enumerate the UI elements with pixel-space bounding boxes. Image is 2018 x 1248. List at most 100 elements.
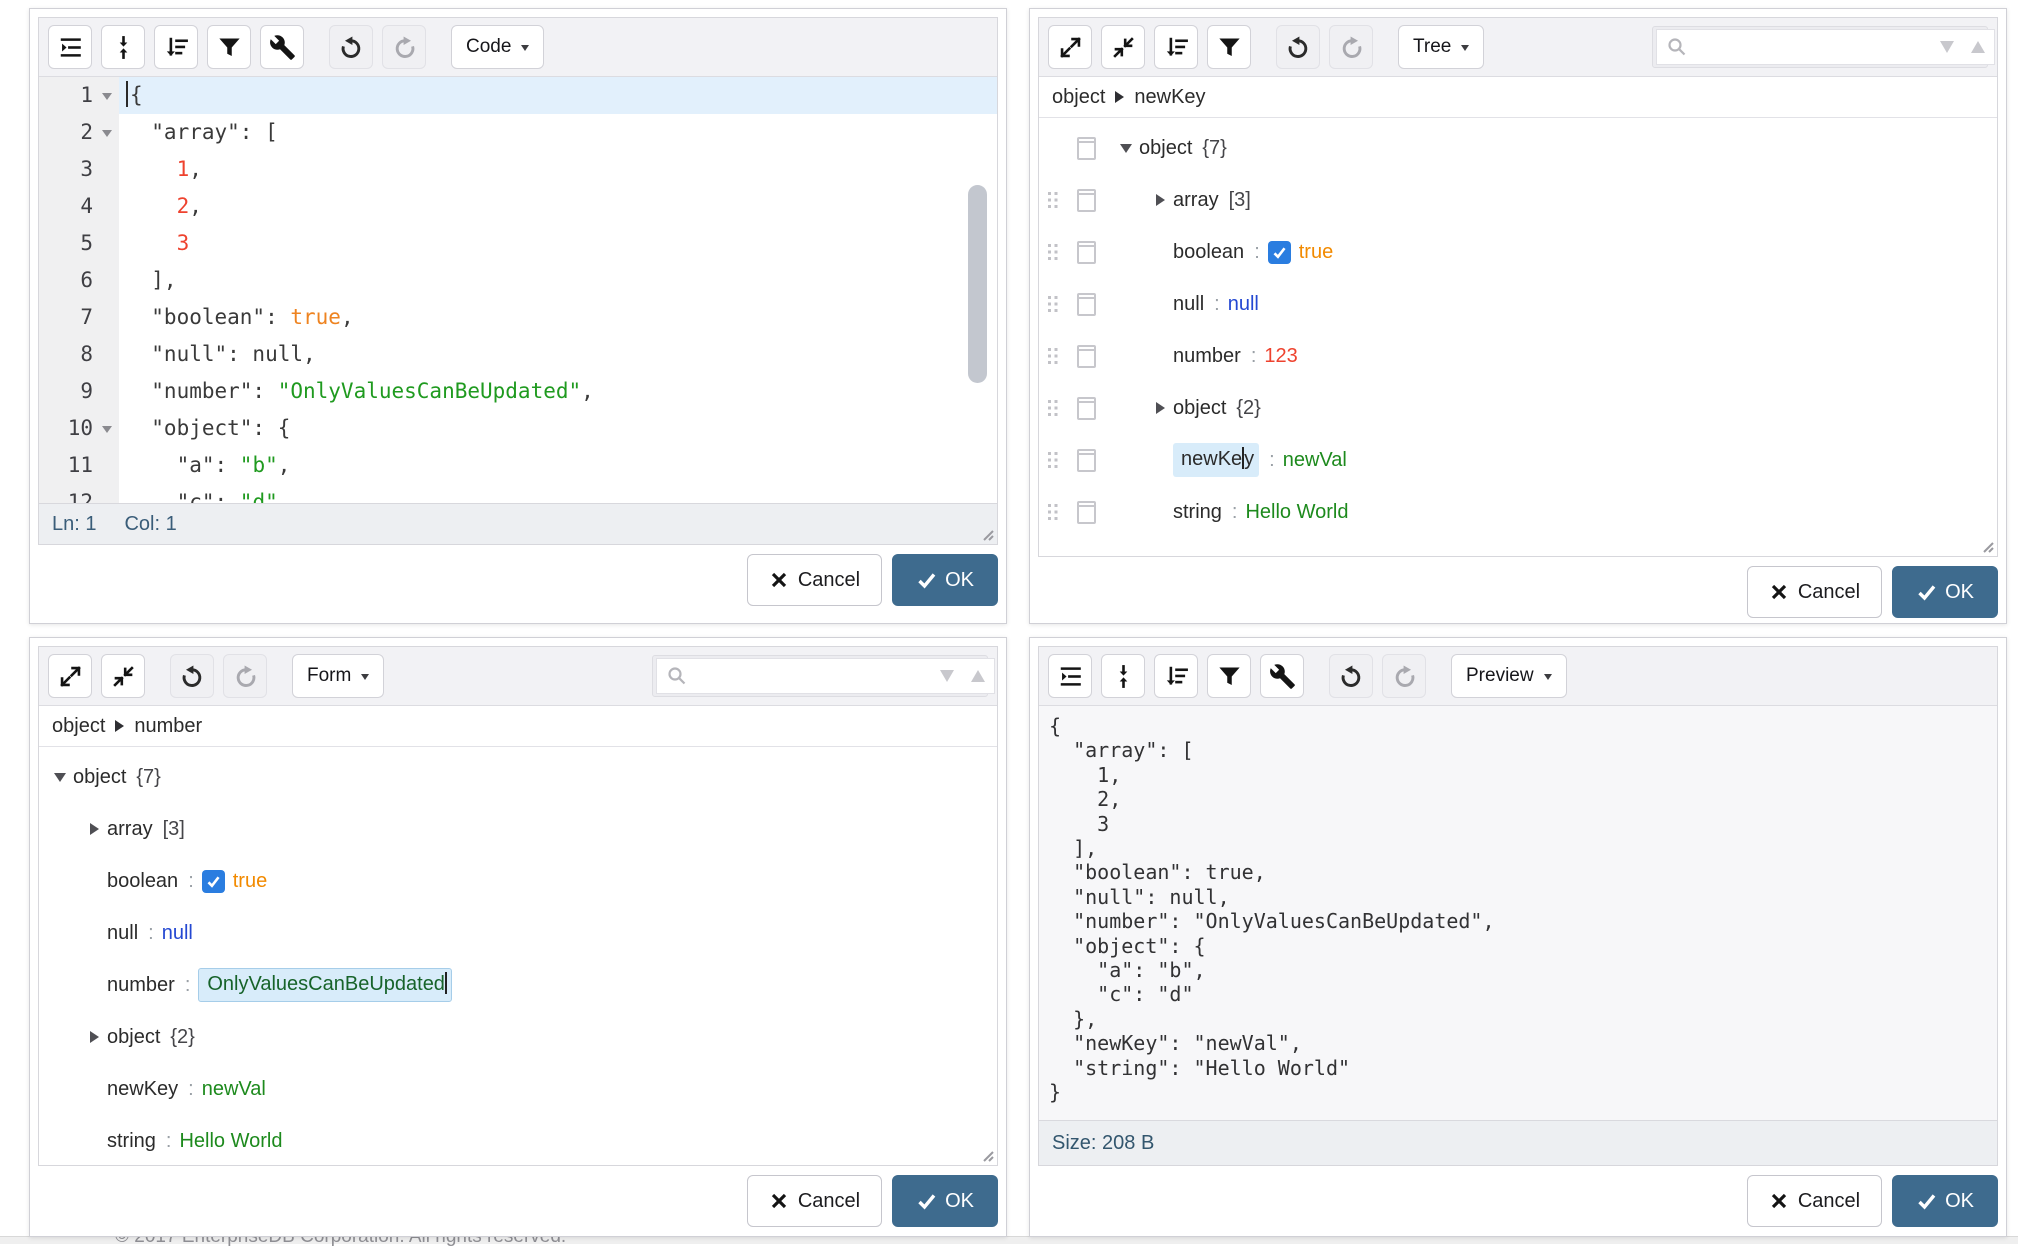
- row-menu-icon[interactable]: [1077, 501, 1096, 524]
- boolean-checkbox[interactable]: [202, 870, 225, 893]
- sort-button[interactable]: [1154, 654, 1198, 698]
- format-button[interactable]: [48, 25, 92, 69]
- search-next-icon[interactable]: [940, 670, 954, 682]
- cancel-button[interactable]: Cancel: [747, 554, 882, 606]
- expand-caret-icon[interactable]: [1113, 144, 1139, 153]
- cancel-button[interactable]: Cancel: [1747, 566, 1882, 618]
- redo-button[interactable]: [1329, 25, 1373, 69]
- row-menu-icon[interactable]: [1077, 189, 1096, 212]
- form-toolbar: Form: [39, 647, 997, 706]
- field-value[interactable]: Hello World: [1245, 501, 1348, 524]
- sort-button[interactable]: [1154, 25, 1198, 69]
- search-next-icon[interactable]: [1940, 41, 1954, 53]
- mode-dropdown[interactable]: Preview: [1451, 654, 1567, 698]
- cancel-button[interactable]: Cancel: [1747, 1175, 1882, 1227]
- redo-button[interactable]: [382, 25, 426, 69]
- field-value-editing[interactable]: OnlyValuesCanBeUpdated: [198, 968, 452, 1002]
- filter-button[interactable]: [1207, 25, 1251, 69]
- undo-button[interactable]: [1276, 25, 1320, 69]
- field-name[interactable]: boolean: [1173, 241, 1244, 264]
- ok-button[interactable]: OK: [892, 1175, 998, 1227]
- resize-grip-icon[interactable]: [980, 527, 995, 542]
- cancel-button[interactable]: Cancel: [747, 1175, 882, 1227]
- search-input[interactable]: [1696, 36, 1932, 59]
- search-prev-icon[interactable]: [971, 670, 985, 682]
- row-menu-icon[interactable]: [1077, 137, 1096, 160]
- vertical-scrollbar-thumb[interactable]: [968, 185, 987, 383]
- ok-button[interactable]: OK: [1892, 566, 1998, 618]
- compact-button[interactable]: [101, 25, 145, 69]
- field-value[interactable]: true: [1299, 241, 1333, 264]
- boolean-checkbox[interactable]: [1268, 241, 1291, 264]
- search-input[interactable]: [696, 665, 932, 688]
- code-token-value: true: [290, 305, 341, 329]
- sort-button[interactable]: [154, 25, 198, 69]
- mode-dropdown[interactable]: Code: [451, 25, 544, 69]
- row-menu-icon[interactable]: [1077, 241, 1096, 264]
- resize-grip-icon[interactable]: [1980, 539, 1995, 554]
- field-value[interactable]: null: [162, 922, 193, 945]
- child-count: {2}: [1236, 397, 1260, 420]
- ok-button[interactable]: OK: [1892, 1175, 1998, 1227]
- format-button[interactable]: [1048, 654, 1092, 698]
- expand-caret-icon[interactable]: [81, 823, 107, 835]
- drag-handle-icon[interactable]: [1047, 451, 1059, 469]
- field-value[interactable]: newVal: [202, 1078, 266, 1101]
- collapse-all-button[interactable]: [1101, 25, 1145, 69]
- tree-row: newKey : newVal: [39, 1063, 997, 1115]
- drag-handle-icon[interactable]: [1047, 243, 1059, 261]
- field-value[interactable]: null: [1228, 293, 1259, 316]
- undo-button[interactable]: [329, 25, 373, 69]
- code-token: ],: [126, 268, 177, 292]
- fold-caret-icon[interactable]: [102, 130, 112, 137]
- field-value[interactable]: Hello World: [179, 1130, 282, 1153]
- expand-caret-icon[interactable]: [47, 773, 73, 782]
- expand-all-button[interactable]: [1048, 25, 1092, 69]
- expand-caret-icon[interactable]: [81, 1031, 107, 1043]
- undo-button[interactable]: [170, 654, 214, 698]
- code-line: 3 1,: [39, 151, 997, 188]
- field-name[interactable]: null: [1173, 293, 1204, 316]
- collapse-all-button[interactable]: [101, 654, 145, 698]
- ok-button[interactable]: OK: [892, 554, 998, 606]
- row-menu-icon[interactable]: [1077, 449, 1096, 472]
- filter-button[interactable]: [1207, 654, 1251, 698]
- line-number: 6: [80, 268, 93, 292]
- field-value[interactable]: 123: [1264, 345, 1297, 368]
- drag-handle-icon[interactable]: [1047, 347, 1059, 365]
- filter-button[interactable]: [207, 25, 251, 69]
- transform-button[interactable]: [260, 25, 304, 69]
- expand-caret-icon[interactable]: [1147, 402, 1173, 414]
- fold-caret-icon[interactable]: [102, 93, 112, 100]
- code-area[interactable]: 1 { 2 "array": [ 3 1, 4 2, 5 3 6: [39, 77, 997, 503]
- row-menu-icon[interactable]: [1077, 345, 1096, 368]
- field-name-editing[interactable]: newKey: [1173, 443, 1259, 477]
- mode-dropdown[interactable]: Form: [292, 654, 384, 698]
- drag-handle-icon[interactable]: [1047, 503, 1059, 521]
- field-value[interactable]: newVal: [1283, 449, 1347, 472]
- search-prev-icon[interactable]: [1971, 41, 1985, 53]
- mode-dropdown[interactable]: Tree: [1398, 25, 1484, 69]
- compact-button[interactable]: [1101, 654, 1145, 698]
- redo-button[interactable]: [1382, 654, 1426, 698]
- field-name[interactable]: object: [1139, 137, 1192, 160]
- field-value[interactable]: true: [233, 870, 267, 893]
- fold-caret-icon[interactable]: [102, 426, 112, 433]
- drag-handle-icon[interactable]: [1047, 191, 1059, 209]
- field-name[interactable]: string: [1173, 501, 1222, 524]
- field-name[interactable]: number: [1173, 345, 1241, 368]
- search-icon: [1666, 36, 1688, 58]
- field-name[interactable]: object: [1173, 397, 1226, 420]
- expand-all-button[interactable]: [48, 654, 92, 698]
- redo-button[interactable]: [223, 654, 267, 698]
- expand-caret-icon[interactable]: [1147, 194, 1173, 206]
- drag-handle-icon[interactable]: [1047, 399, 1059, 417]
- drag-handle-icon[interactable]: [1047, 295, 1059, 313]
- tree-row: string : Hello World: [39, 1115, 997, 1165]
- field-name[interactable]: array: [1173, 189, 1219, 212]
- row-menu-icon[interactable]: [1077, 293, 1096, 316]
- row-menu-icon[interactable]: [1077, 397, 1096, 420]
- undo-button[interactable]: [1329, 654, 1373, 698]
- transform-button[interactable]: [1260, 654, 1304, 698]
- resize-grip-icon[interactable]: [980, 1148, 995, 1163]
